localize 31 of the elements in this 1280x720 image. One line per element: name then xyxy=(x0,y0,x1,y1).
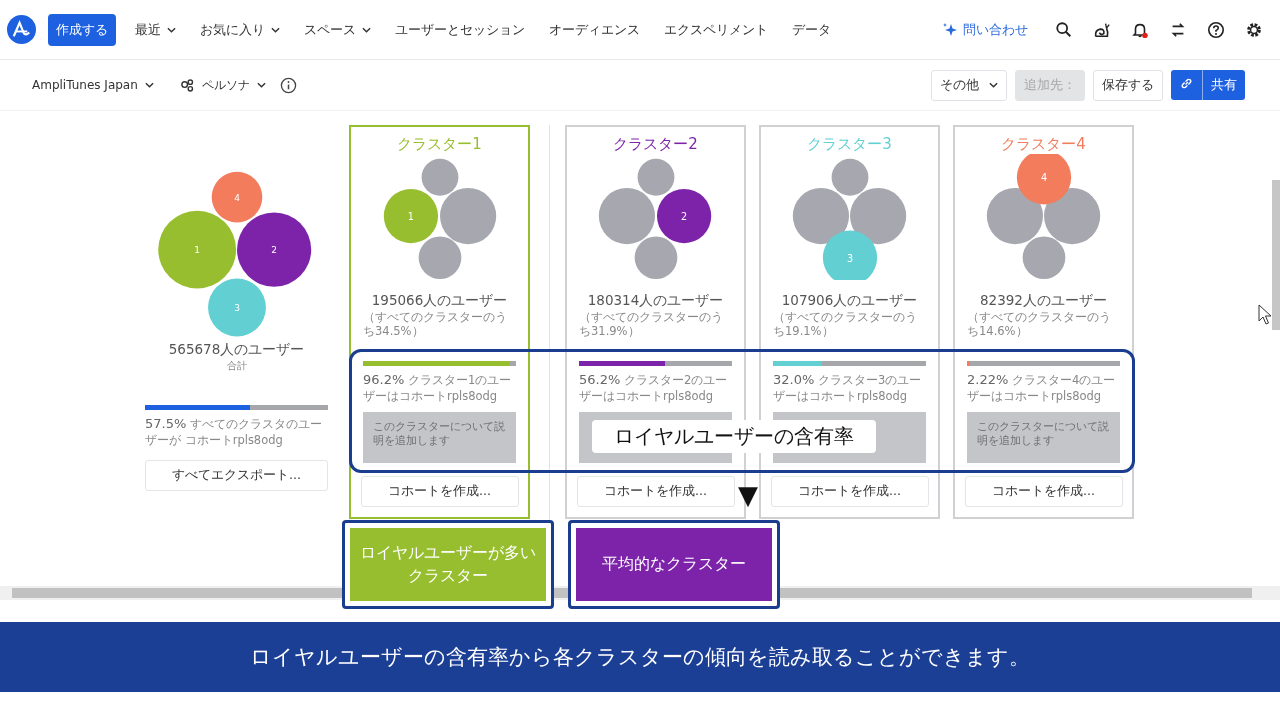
cluster-title: クラスター4 xyxy=(1001,135,1086,154)
cluster-title: クラスター3 xyxy=(807,135,892,154)
cluster-title: クラスター1 xyxy=(397,135,482,154)
share-text: （すべてのクラスターのうち19.1%） xyxy=(773,310,918,339)
user-count: 82392人のユーザー xyxy=(980,292,1107,310)
user-count: 565678人のユーザー xyxy=(168,341,305,359)
loyal-rate-text: 57.5% すべてのクラスタのユーザーが コホートrpls8odg xyxy=(145,416,323,448)
loyal-rate-text: 56.2% クラスター2のユーザーはコホートrpls8odg xyxy=(579,371,729,404)
share-text: （すべてのクラスターのうち34.5%） xyxy=(363,310,508,339)
share-text: （すべてのクラスターのうち14.6%） xyxy=(967,310,1112,339)
bubble-number: 3 xyxy=(846,252,853,264)
share-text: （すべてのクラスターのうち31.9%） xyxy=(579,310,724,339)
cluster-title: クラスター2 xyxy=(613,135,698,154)
bubble-number: 2 xyxy=(680,210,687,222)
annotation-tooltip: ロイヤルユーザーの含有率 xyxy=(592,420,876,453)
bubble-number: 1 xyxy=(407,210,414,222)
bubble-number: 1 xyxy=(193,245,200,256)
loyal-rate-text: 32.0% クラスター3のユーザーはコホートrpls8odg xyxy=(773,371,923,404)
loyal-rate-text: 96.2% クラスター1のユーザーはコホートrpls8odg xyxy=(363,371,513,404)
bubble-number: 2 xyxy=(270,245,277,256)
bubble-number: 4 xyxy=(233,192,240,203)
bubble-number: 4 xyxy=(1040,172,1047,184)
user-count: 180314人のユーザー xyxy=(587,292,724,310)
total-caption: 合計 xyxy=(226,359,247,373)
bubble-number: 3 xyxy=(233,303,240,314)
user-count: 195066人のユーザー xyxy=(371,292,508,310)
caption-banner: ロイヤルユーザーの含有率から各クラスターの傾向を読み取ることができます。 xyxy=(0,622,1280,692)
callout-label: 平均的なクラスター xyxy=(568,520,780,609)
loyal-rate-text: 2.22% クラスター4のユーザーはコホートrpls8odg xyxy=(967,371,1117,404)
user-count: 107906人のユーザー xyxy=(781,292,918,310)
callout-label: ロイヤルユーザーが多いクラスター xyxy=(342,520,554,609)
